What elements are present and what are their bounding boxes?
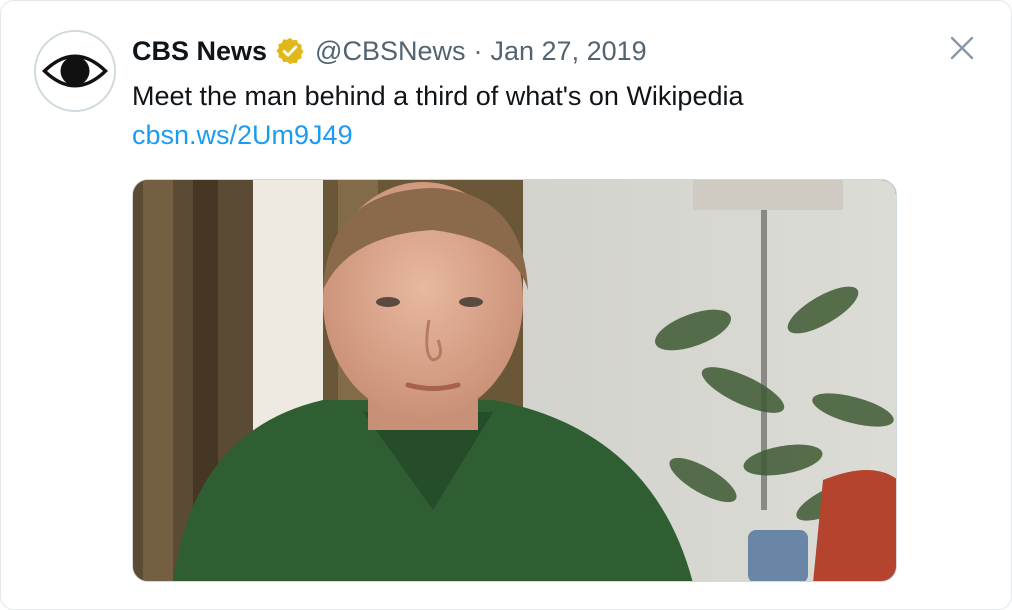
- tweet-text: Meet the man behind a third of what's on…: [132, 81, 744, 111]
- separator-dot: ·: [473, 35, 483, 66]
- avatar[interactable]: [34, 30, 116, 112]
- tweet-card: CBS News @CBSNews · Jan 27, 2019 Meet th…: [0, 0, 1012, 610]
- display-name[interactable]: CBS News: [132, 36, 267, 67]
- handle[interactable]: @CBSNews: [315, 36, 465, 67]
- tweet-link[interactable]: cbsn.ws/2Um9J49: [132, 117, 353, 153]
- man-interview-photo: [133, 180, 896, 581]
- tweet-header: CBS News @CBSNews · Jan 27, 2019: [132, 31, 647, 71]
- verified-badge-icon: [275, 36, 305, 66]
- tweet-media-image[interactable]: [132, 179, 897, 582]
- cbs-eye-logo-icon: [36, 32, 114, 110]
- close-icon[interactable]: [945, 31, 979, 65]
- tweet-date[interactable]: Jan 27, 2019: [491, 36, 647, 67]
